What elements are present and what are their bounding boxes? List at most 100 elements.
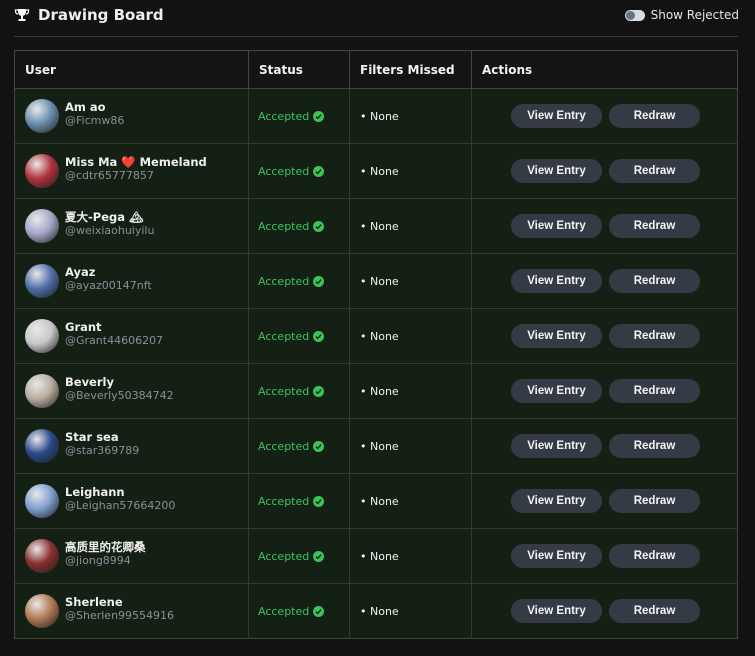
filters-missed-value: • None xyxy=(360,219,399,233)
actions-cell: View Entry Redraw xyxy=(472,89,737,143)
user-cell: 夏大-Pega 🏔 @weixiaohuiyilu xyxy=(15,199,249,253)
user-name[interactable]: Sherlene xyxy=(65,595,174,609)
status-cell: Accepted xyxy=(249,199,350,253)
view-entry-button[interactable]: View Entry xyxy=(511,599,602,623)
actions-cell: View Entry Redraw xyxy=(472,309,737,363)
user-cell: Grant @Grant44606207 xyxy=(15,309,249,363)
avatar[interactable] xyxy=(25,374,59,408)
user-cell: Sherlene @Sherlen99554916 xyxy=(15,584,249,638)
user-handle[interactable]: @Beverly50384742 xyxy=(65,389,174,403)
table-row: Sherlene @Sherlen99554916 Accepted • Non… xyxy=(15,584,737,638)
check-circle-icon xyxy=(313,605,325,617)
user-cell: Star sea @star369789 xyxy=(15,419,249,473)
actions-cell: View Entry Redraw xyxy=(472,529,737,583)
status-badge: Accepted xyxy=(258,219,310,233)
table-row: 高质里的花卿桑 @jiong8994 Accepted • None View … xyxy=(15,529,737,584)
user-handle[interactable]: @Leighan57664200 xyxy=(65,499,175,513)
avatar[interactable] xyxy=(25,319,59,353)
user-name[interactable]: Leighann xyxy=(65,485,175,499)
user-info: Am ao @Ficmw86 xyxy=(65,100,124,128)
redraw-button[interactable]: Redraw xyxy=(609,159,700,183)
filters-missed-cell: • None xyxy=(350,199,472,253)
redraw-button[interactable]: Redraw xyxy=(609,269,700,293)
redraw-button[interactable]: Redraw xyxy=(609,489,700,513)
table-row: Am ao @Ficmw86 Accepted • None View Entr… xyxy=(15,89,737,144)
redraw-button[interactable]: Redraw xyxy=(609,599,700,623)
show-rejected-toggle[interactable] xyxy=(624,9,645,21)
user-info: Star sea @star369789 xyxy=(65,430,139,458)
user-name[interactable]: Grant xyxy=(65,320,163,334)
status-badge: Accepted xyxy=(258,439,310,453)
user-cell: Ayaz @ayaz00147nft xyxy=(15,254,249,308)
filters-missed-cell: • None xyxy=(350,89,472,143)
redraw-button[interactable]: Redraw xyxy=(609,544,700,568)
user-handle[interactable]: @ayaz00147nft xyxy=(65,279,152,293)
user-name[interactable]: Am ao xyxy=(65,100,124,114)
filters-missed-cell: • None xyxy=(350,254,472,308)
avatar[interactable] xyxy=(25,209,59,243)
avatar[interactable] xyxy=(25,99,59,133)
user-name[interactable]: Ayaz xyxy=(65,265,152,279)
user-handle[interactable]: @Sherlen99554916 xyxy=(65,609,174,623)
user-cell: Beverly @Beverly50384742 xyxy=(15,364,249,418)
top-bar: Drawing Board Show Rejected xyxy=(0,0,755,36)
user-handle[interactable]: @Ficmw86 xyxy=(65,114,124,128)
view-entry-button[interactable]: View Entry xyxy=(511,324,602,348)
filters-missed-value: • None xyxy=(360,494,399,508)
user-name[interactable]: Miss Ma ❤️ Memeland xyxy=(65,155,207,169)
column-header-filters-missed: Filters Missed xyxy=(350,51,472,88)
view-entry-button[interactable]: View Entry xyxy=(511,214,602,238)
view-entry-button[interactable]: View Entry xyxy=(511,104,602,128)
user-name[interactable]: Star sea xyxy=(65,430,139,444)
user-cell: Miss Ma ❤️ Memeland @cdtr65777857 xyxy=(15,144,249,198)
view-entry-button[interactable]: View Entry xyxy=(511,544,602,568)
status-badge: Accepted xyxy=(258,274,310,288)
redraw-button[interactable]: Redraw xyxy=(609,214,700,238)
filters-missed-cell: • None xyxy=(350,419,472,473)
redraw-button[interactable]: Redraw xyxy=(609,104,700,128)
view-entry-button[interactable]: View Entry xyxy=(511,269,602,293)
avatar[interactable] xyxy=(25,539,59,573)
column-header-user: User xyxy=(15,51,249,88)
redraw-button[interactable]: Redraw xyxy=(609,434,700,458)
user-handle[interactable]: @weixiaohuiyilu xyxy=(65,224,154,238)
status-cell: Accepted xyxy=(249,584,350,638)
actions-cell: View Entry Redraw xyxy=(472,199,737,253)
actions-cell: View Entry Redraw xyxy=(472,584,737,638)
filters-missed-cell: • None xyxy=(350,144,472,198)
view-entry-button[interactable]: View Entry xyxy=(511,379,602,403)
user-handle[interactable]: @star369789 xyxy=(65,444,139,458)
user-info: Leighann @Leighan57664200 xyxy=(65,485,175,513)
redraw-button[interactable]: Redraw xyxy=(609,324,700,348)
header-divider xyxy=(14,36,738,37)
column-header-actions: Actions xyxy=(482,62,533,77)
user-name[interactable]: Beverly xyxy=(65,375,174,389)
filters-missed-cell: • None xyxy=(350,309,472,363)
user-name[interactable]: 高质里的花卿桑 xyxy=(65,540,146,554)
trophy-icon xyxy=(14,9,30,21)
status-cell: Accepted xyxy=(249,309,350,363)
user-handle[interactable]: @jiong8994 xyxy=(65,554,146,568)
view-entry-button[interactable]: View Entry xyxy=(511,159,602,183)
avatar[interactable] xyxy=(25,429,59,463)
user-name[interactable]: 夏大-Pega 🏔 xyxy=(65,210,154,224)
view-entry-button[interactable]: View Entry xyxy=(511,434,602,458)
view-entry-button[interactable]: View Entry xyxy=(511,489,602,513)
status-cell: Accepted xyxy=(249,529,350,583)
redraw-button[interactable]: Redraw xyxy=(609,379,700,403)
show-rejected-label: Show Rejected xyxy=(650,8,739,22)
avatar[interactable] xyxy=(25,484,59,518)
filters-missed-value: • None xyxy=(360,384,399,398)
page-title: Drawing Board xyxy=(14,6,164,24)
user-info: 夏大-Pega 🏔 @weixiaohuiyilu xyxy=(65,210,154,238)
avatar[interactable] xyxy=(25,594,59,628)
avatar[interactable] xyxy=(25,154,59,188)
avatar[interactable] xyxy=(25,264,59,298)
show-rejected-control[interactable]: Show Rejected xyxy=(624,8,739,22)
status-cell: Accepted xyxy=(249,474,350,528)
user-handle[interactable]: @Grant44606207 xyxy=(65,334,163,348)
filters-missed-value: • None xyxy=(360,329,399,343)
filters-missed-value: • None xyxy=(360,164,399,178)
user-handle[interactable]: @cdtr65777857 xyxy=(65,169,207,183)
user-info: 高质里的花卿桑 @jiong8994 xyxy=(65,540,146,568)
